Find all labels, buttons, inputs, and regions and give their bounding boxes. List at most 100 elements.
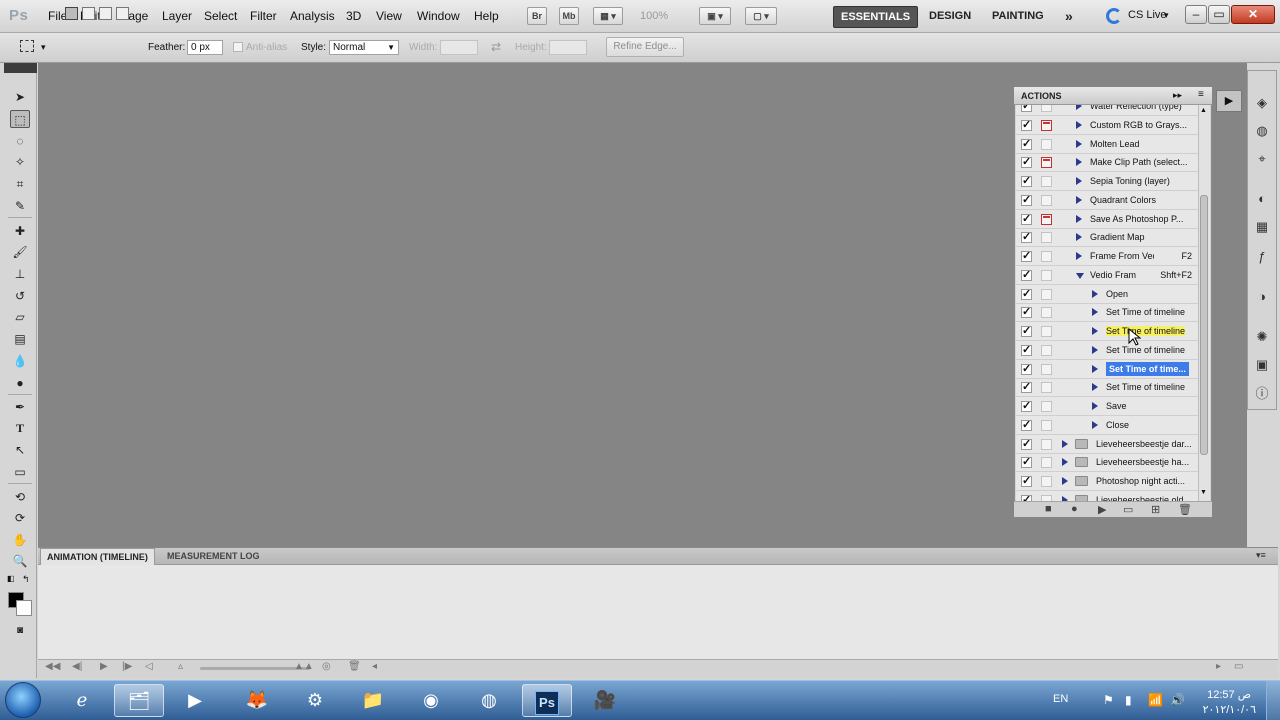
dodge-tool-icon[interactable]: ●: [10, 374, 30, 392]
toggle-dialog-icon[interactable]: [1041, 232, 1052, 244]
action-step-row[interactable]: ✓ Set Time of time...: [1016, 360, 1198, 379]
maximize-button[interactable]: ▭: [1208, 5, 1230, 24]
rectangular-marquee-tool-icon[interactable]: ⬚: [10, 110, 30, 128]
toggle-item-checkbox[interactable]: ✓: [1021, 138, 1032, 150]
cs-live-chevron-down-icon[interactable]: ▾: [1164, 10, 1169, 21]
action-row[interactable]: ✓ Save As Photoshop P...: [1016, 210, 1198, 229]
timeline-resize-icon[interactable]: ▭: [1234, 661, 1243, 672]
toggle-dialog-icon[interactable]: [1041, 457, 1052, 469]
quick-selection-tool-icon[interactable]: ✧: [10, 153, 30, 171]
app-icon[interactable]: 📁: [348, 684, 398, 717]
toggle-dialog-icon[interactable]: [1041, 476, 1052, 487]
toggle-item-checkbox[interactable]: ✓: [1021, 457, 1032, 469]
history-brush-tool-icon[interactable]: ↺: [10, 287, 30, 305]
toggle-item-checkbox[interactable]: ✓: [1021, 476, 1032, 487]
toggle-dialog-icon[interactable]: [1041, 105, 1052, 112]
toggle-dialog-icon[interactable]: [1041, 288, 1052, 300]
screen-mode-icon[interactable]: ▢ ▾: [745, 7, 777, 25]
clone-stamp-tool-icon[interactable]: ⊥: [10, 265, 30, 283]
timeline-delete-icon[interactable]: 🗑: [348, 661, 361, 672]
toggle-item-checkbox[interactable]: ✓: [1021, 213, 1032, 225]
toggle-item-checkbox[interactable]: ✓: [1021, 157, 1032, 169]
previous-frame-icon[interactable]: ◀|: [72, 661, 82, 672]
timeline-scroll-left-icon[interactable]: ◂: [372, 661, 377, 672]
toggle-dialog-icon[interactable]: [1041, 363, 1052, 375]
refine-edge-button[interactable]: Refine Edge...: [606, 37, 684, 57]
menu-help[interactable]: Help: [474, 9, 499, 23]
expand-triangle-icon[interactable]: [1062, 477, 1068, 485]
quick-mask-icon[interactable]: ◙: [10, 622, 30, 640]
expand-triangle-icon[interactable]: [1092, 327, 1098, 335]
collapse-panel-icon[interactable]: ▸▸: [1173, 90, 1182, 101]
photoshop-taskbar-button[interactable]: Ps: [522, 684, 572, 717]
panel-menu-icon[interactable]: ≡: [1198, 89, 1204, 100]
feather-input[interactable]: 0 px: [187, 40, 223, 55]
internet-explorer-icon[interactable]: ℯ: [57, 684, 107, 717]
swap-colors-icon[interactable]: ↰: [22, 574, 30, 585]
media-player-icon[interactable]: ▶: [170, 684, 220, 717]
toggle-item-checkbox[interactable]: ✓: [1021, 344, 1032, 356]
first-frame-icon[interactable]: ◀◀: [45, 661, 60, 672]
toggle-dialog-icon[interactable]: [1041, 326, 1052, 337]
menu-3d[interactable]: 3D: [346, 9, 361, 23]
tab-measurement-log[interactable]: MEASUREMENT LOG: [161, 548, 266, 565]
swatches-icon[interactable]: ▦: [1252, 218, 1272, 236]
action-row[interactable]: ✓ Frame From Vedio F2: [1016, 247, 1198, 266]
intersect-selection-icon[interactable]: [116, 7, 129, 20]
toggle-dialog-icon[interactable]: [1041, 344, 1052, 356]
expand-triangle-icon[interactable]: [1062, 458, 1068, 467]
workspace-design-button[interactable]: DESIGN: [922, 6, 978, 28]
move-tool-icon[interactable]: ➤: [10, 88, 30, 106]
menu-analysis[interactable]: Analysis: [290, 9, 335, 23]
blur-tool-icon[interactable]: 💧: [10, 352, 30, 370]
paths-icon[interactable]: ⌖: [1252, 150, 1272, 168]
tab-animation-timeline[interactable]: ANIMATION (TIMELINE): [40, 548, 155, 565]
adjustments-icon[interactable]: ◑: [1252, 288, 1272, 306]
spot-healing-tool-icon[interactable]: ✚: [10, 222, 30, 240]
expand-triangle-icon[interactable]: [1092, 364, 1098, 373]
toggle-dialog-icon[interactable]: [1041, 269, 1052, 281]
zoom-level[interactable]: 100%: [640, 10, 668, 22]
toggle-dialog-icon[interactable]: [1041, 382, 1052, 394]
zoom-out-timeline-icon[interactable]: ▵: [178, 661, 183, 672]
record-icon[interactable]: ●: [1071, 503, 1078, 515]
action-set-row[interactable]: ✓ Photoshop night acti...: [1016, 472, 1198, 491]
width-input[interactable]: [440, 40, 478, 55]
channels-icon[interactable]: ◍: [1252, 122, 1272, 140]
toggle-dialog-icon[interactable]: [1041, 138, 1052, 150]
toggle-item-checkbox[interactable]: ✓: [1021, 438, 1032, 450]
timeline-menu-icon[interactable]: ▾≡: [1256, 550, 1266, 561]
toggle-item-checkbox[interactable]: ✓: [1021, 326, 1032, 337]
type-tool-icon[interactable]: T: [10, 419, 30, 437]
action-row[interactable]: ✓ Molten Lead: [1016, 135, 1198, 154]
expand-triangle-icon[interactable]: [1076, 272, 1084, 279]
action-row[interactable]: ✓ Make Clip Path (select...: [1016, 153, 1198, 173]
expand-triangle-icon[interactable]: [1092, 383, 1098, 392]
toggle-dialog-icon[interactable]: [1041, 213, 1052, 225]
toggle-item-checkbox[interactable]: ✓: [1021, 176, 1032, 187]
toggle-item-checkbox[interactable]: ✓: [1021, 251, 1032, 262]
expand-triangle-icon[interactable]: [1076, 252, 1082, 260]
action-step-row[interactable]: ✓ Set Time of timeline: [1016, 378, 1198, 398]
toggle-item-checkbox[interactable]: ✓: [1021, 401, 1032, 412]
next-frame-icon[interactable]: |▶: [122, 661, 132, 672]
expand-triangle-icon[interactable]: [1076, 233, 1082, 242]
eyedropper-tool-icon[interactable]: ✎: [10, 197, 30, 215]
create-new-action-icon[interactable]: ⊞: [1151, 503, 1160, 516]
hand-tool-icon[interactable]: ✋: [10, 531, 30, 549]
toggle-dialog-icon[interactable]: [1041, 176, 1052, 187]
clock-time[interactable]: 12:57 ص: [1207, 688, 1251, 701]
toggle-dialog-icon[interactable]: [1041, 419, 1052, 431]
workspace-more-button[interactable]: »: [1058, 6, 1080, 28]
marquee-preset-icon[interactable]: [20, 40, 34, 52]
volume-icon[interactable]: 🔊: [1170, 693, 1185, 707]
action-step-row[interactable]: ✓ Save: [1016, 397, 1198, 416]
expand-triangle-icon[interactable]: [1092, 308, 1098, 317]
action-row[interactable]: ✓ Vedio Fram Shft+F2: [1016, 266, 1198, 285]
styles-icon[interactable]: ƒ: [1252, 248, 1272, 266]
menu-select[interactable]: Select: [204, 9, 237, 23]
default-colors-icon[interactable]: ◧: [7, 574, 15, 583]
actions-panel-toggle-icon[interactable]: ▶: [1216, 90, 1242, 112]
show-desktop-button[interactable]: [1266, 681, 1280, 720]
new-selection-icon[interactable]: [65, 7, 78, 20]
